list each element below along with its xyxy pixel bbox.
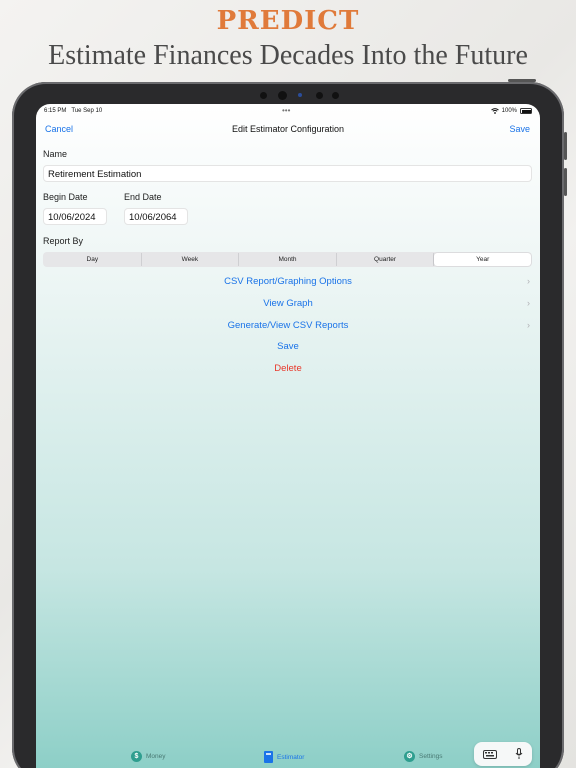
report-by-label: Report By [43,236,84,246]
status-date-text: Tue Sep 10 [71,108,103,114]
multitask-dots[interactable]: ••• [282,106,290,115]
nav-save-button[interactable]: Save [509,124,530,134]
chevron-right-icon: › [527,320,530,330]
csv-options-link[interactable]: CSV Report/Graphing Options [224,276,352,287]
calculator-icon [264,751,273,763]
status-right: 100% [490,108,532,114]
app-screen: 6:15 PM Tue Sep 10 ••• 100% Edit Estimat… [36,104,540,768]
tab-money[interactable]: $ Money [131,751,166,762]
page-title: Edit Estimator Configuration [231,124,345,134]
segment-month[interactable]: Month [239,253,337,266]
volume-button [564,132,567,160]
report-by-segmented-control: Day Week Month Quarter Year [43,252,532,267]
wifi-icon [490,108,499,114]
tab-settings[interactable]: ⚙ Settings [404,751,443,762]
chevron-right-icon: › [527,276,530,286]
promo-headline: PREDICT [216,6,360,36]
csv-options-row[interactable]: CSV Report/Graphing Options › [36,276,540,290]
battery-percent: 100% [501,108,517,114]
delete-row[interactable]: Delete [36,363,540,377]
camera-lens [278,91,287,100]
battery-icon [520,108,532,114]
navigation-bar: Edit Estimator Configuration Cancel Save [36,122,540,138]
tab-estimator[interactable]: Estimator [264,751,304,763]
view-graph-link[interactable]: View Graph [263,298,312,309]
status-time: 6:15 PM Tue Sep 10 [44,108,102,114]
begin-date-label: Begin Date [43,192,88,202]
camera-bar [260,90,340,102]
tab-estimator-label: Estimator [277,753,305,761]
volume-button [564,168,567,196]
end-date-field[interactable]: 10/06/2064 [124,208,188,225]
name-label: Name [43,149,68,159]
status-bar: 6:15 PM Tue Sep 10 ••• 100% [36,106,540,118]
save-row[interactable]: Save [36,341,540,355]
cancel-button[interactable]: Cancel [45,124,73,134]
chevron-right-icon: › [527,298,530,308]
begin-date-field[interactable]: 10/06/2024 [43,208,107,225]
segment-week[interactable]: Week [142,253,240,266]
csv-reports-row[interactable]: Generate/View CSV Reports › [36,320,540,334]
tab-settings-label: Settings [419,753,443,760]
camera-indicator [298,93,302,97]
sensor-dot [332,92,339,99]
microphone-icon[interactable] [515,748,523,760]
status-time-text: 6:15 PM [44,108,67,114]
save-button[interactable]: Save [277,341,299,352]
segment-year[interactable]: Year [434,253,531,266]
segment-quarter[interactable]: Quarter [337,253,435,266]
keyboard-shortcut-pill [474,742,532,766]
view-graph-row[interactable]: View Graph › [36,298,540,312]
promo-subhead: Estimate Finances Decades Into the Futur… [48,40,528,71]
sensor-dot [260,92,267,99]
name-field[interactable]: Retirement Estimation [43,165,532,182]
delete-button[interactable]: Delete [274,363,301,374]
dollar-circle-icon: $ [131,751,142,762]
sensor-dot [316,92,323,99]
segment-day[interactable]: Day [44,253,142,266]
end-date-label: End Date [124,192,162,202]
gear-icon: ⚙ [404,751,415,762]
csv-reports-link[interactable]: Generate/View CSV Reports [228,320,349,331]
power-button [508,79,536,82]
tab-bar: $ Money Estimator ⚙ Settings [36,744,540,768]
keyboard-icon[interactable] [483,749,497,759]
tab-money-label: Money [146,753,166,760]
